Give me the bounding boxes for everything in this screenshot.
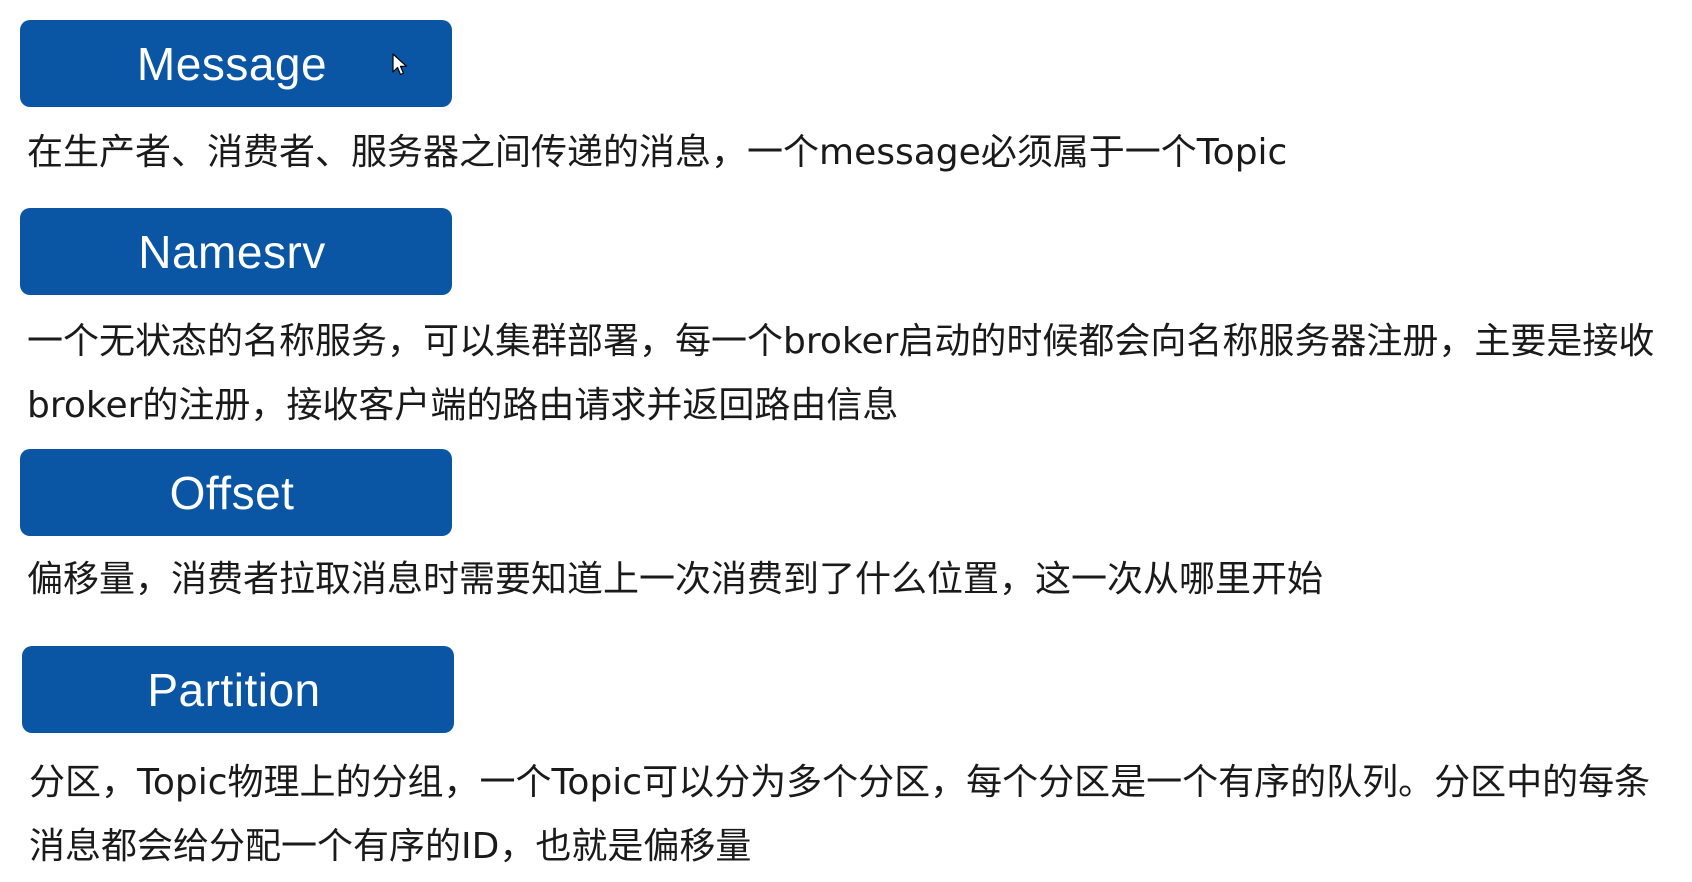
offset-description: 偏移量，消费者拉取消息时需要知道上一次消费到了什么位置，这一次从哪里开始 [27, 548, 1323, 612]
term-offset-label: Offset [169, 466, 295, 519]
mouse-pointer-icon [392, 53, 408, 76]
partition-description: 分区，Topic物理上的分组，一个Topic可以分为多个分区，每个分区是一个有序… [29, 751, 1650, 879]
offset-description-line: 偏移量，消费者拉取消息时需要知道上一次消费到了什么位置，这一次从哪里开始 [27, 559, 1324, 600]
term-offset-badge: Offset [20, 449, 452, 536]
namesrv-description: 一个无状态的名称服务，可以集群部署，每一个broker启动的时候都会向名称服务器… [27, 310, 1654, 438]
term-namesrv-badge: Namesrv [20, 208, 452, 295]
partition-description-line: 消息都会给分配一个有序的ID，也就是偏移量 [29, 826, 752, 867]
term-message-label: Message [136, 37, 328, 90]
message-description-line: 在生产者、消费者、服务器之间传递的消息，一个message必须属于一个Topic [27, 132, 1288, 173]
partition-description-line: 分区，Topic物理上的分组，一个Topic可以分为多个分区，每个分区是一个有序… [29, 762, 1651, 803]
namesrv-description-line: broker的注册，接收客户端的路由请求并返回路由信息 [27, 385, 899, 426]
term-partition-badge: Partition [22, 646, 454, 733]
message-description: 在生产者、消费者、服务器之间传递的消息，一个message必须属于一个Topic [27, 121, 1287, 185]
term-namesrv-label: Namesrv [138, 225, 326, 278]
term-message-badge: Message [20, 20, 452, 107]
term-partition-label: Partition [147, 663, 321, 716]
namesrv-description-line: 一个无状态的名称服务，可以集群部署，每一个broker启动的时候都会向名称服务器… [27, 321, 1655, 362]
